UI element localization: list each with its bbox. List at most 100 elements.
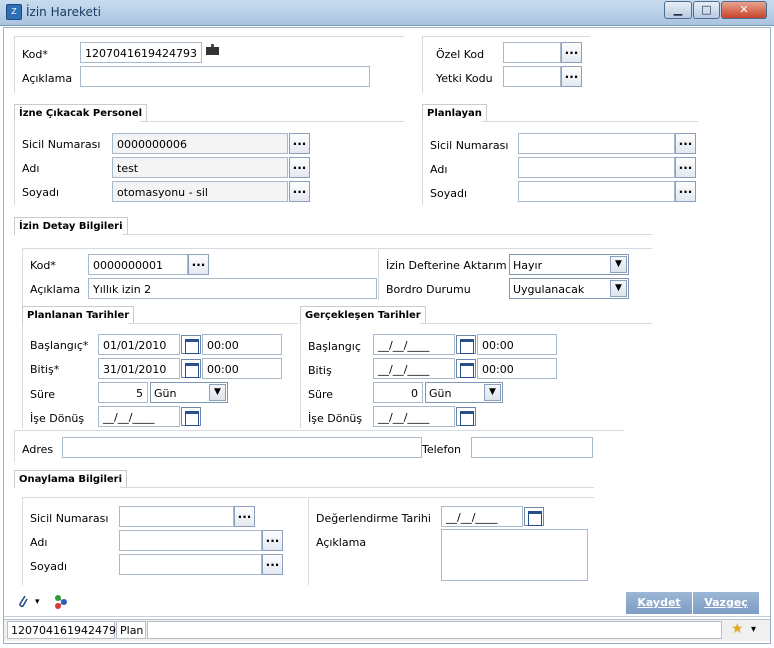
window-title: İzin Hareketi — [26, 5, 101, 19]
onay-adi-input[interactable] — [119, 530, 262, 551]
calendar-icon[interactable] — [456, 407, 476, 426]
onay-soyadi-input[interactable] — [119, 554, 262, 575]
gerceklesen-section-title: Gerçekleşen Tarihler — [300, 306, 426, 324]
planlayan-sicil-lookup-button[interactable]: ... — [675, 133, 696, 154]
planlanan-sure-input[interactable]: 5 — [98, 382, 148, 403]
gerceklesen-donus-label: İşe Dönüş — [308, 412, 363, 425]
gerceklesen-bitis-label: Bitiş — [308, 364, 332, 377]
gerceklesen-bitis-date[interactable]: __/__/____ — [373, 358, 455, 379]
detay-kod-label: Kod* — [30, 259, 56, 272]
planlayan-adi-input[interactable] — [518, 157, 675, 178]
aciklama-input[interactable] — [80, 66, 370, 87]
planlayan-soyadi-label: Soyadı — [430, 187, 468, 200]
defter-select-value: Hayır — [513, 259, 543, 272]
calendar-icon[interactable] — [181, 335, 201, 354]
personel-soyadi-input[interactable]: otomasyonu - sil — [112, 181, 288, 202]
onay-section-title: Onaylama Bilgileri — [14, 470, 128, 488]
planlayan-sicil-label: Sicil Numarası — [430, 139, 509, 152]
star-icon[interactable]: ★ — [731, 621, 744, 637]
network-icon[interactable] — [53, 594, 69, 610]
yetki-kodu-input[interactable] — [503, 66, 561, 87]
close-button[interactable]: ✕ — [721, 1, 767, 19]
gerceklesen-baslangic-time[interactable]: 00:00 — [477, 334, 557, 355]
gerceklesen-sure-unit-select[interactable]: Gün ▼ — [425, 382, 503, 403]
planlanan-sure-label: Süre — [30, 388, 56, 401]
paperclip-icon[interactable] — [16, 594, 30, 610]
planlayan-soyadi-input[interactable] — [518, 181, 675, 202]
detay-aciklama-input[interactable]: Yıllık izin 2 — [88, 278, 377, 299]
onay-soyadi-lookup-button[interactable]: ... — [262, 554, 283, 575]
attach-menu-arrow[interactable]: ▾ — [35, 597, 40, 607]
onay-aciklama-textarea[interactable] — [441, 529, 588, 581]
yetki-kodu-label: Yetki Kodu — [436, 72, 493, 85]
bordro-select-value: Uygulanacak — [513, 283, 585, 296]
status-code: 1207041619424793 — [7, 621, 123, 639]
planlayan-soyadi-lookup-button[interactable]: ... — [675, 181, 696, 202]
calendar-icon[interactable] — [456, 359, 476, 378]
planlanan-bitis-time[interactable]: 00:00 — [202, 358, 282, 379]
title-bar — [0, 0, 774, 26]
ozel-kod-lookup-button[interactable]: ... — [561, 42, 582, 63]
gerceklesen-donus-date[interactable]: __/__/____ — [373, 406, 455, 427]
telefon-label: Telefon — [422, 443, 462, 456]
personel-adi-label: Adı — [22, 162, 40, 175]
defter-label: İzin Defterine Aktarım — [386, 259, 507, 272]
planlanan-donus-label: İşe Dönüş — [30, 412, 85, 425]
planlanan-sure-unit-select[interactable]: Gün ▼ — [150, 382, 228, 403]
chevron-down-icon[interactable]: ▼ — [610, 256, 627, 273]
onay-adi-lookup-button[interactable]: ... — [262, 530, 283, 551]
planlanan-section-title: Planlanan Tarihler — [22, 306, 135, 324]
ozel-kod-label: Özel Kod — [436, 48, 485, 61]
planlanan-bitis-date[interactable]: 31/01/2010 — [98, 358, 180, 379]
yetki-kodu-lookup-button[interactable]: ... — [561, 66, 582, 87]
planlayan-adi-lookup-button[interactable]: ... — [675, 157, 696, 178]
chevron-down-icon[interactable]: ▼ — [610, 280, 627, 297]
star-menu-arrow[interactable]: ▾ — [751, 624, 756, 635]
onay-sicil-label: Sicil Numarası — [30, 512, 109, 525]
personel-sicil-lookup-button[interactable]: ... — [289, 133, 310, 154]
onay-aciklama-label: Açıklama — [316, 536, 367, 549]
planlanan-bitis-label: Bitiş* — [30, 363, 60, 376]
planlanan-baslangic-time[interactable]: 00:00 — [202, 334, 282, 355]
personel-section-title: İzne Çıkacak Personel — [14, 104, 148, 122]
gerceklesen-sure-input[interactable]: 0 — [373, 382, 423, 403]
chevron-down-icon[interactable]: ▼ — [209, 384, 226, 401]
maximize-button[interactable]: □ — [693, 1, 720, 19]
planlayan-sicil-input[interactable] — [518, 133, 675, 154]
onay-sicil-input[interactable] — [119, 506, 234, 527]
calendar-icon[interactable] — [524, 507, 544, 526]
vazgec-button[interactable]: Vazgeç — [693, 592, 759, 614]
planlanan-baslangic-label: Başlangıç* — [30, 339, 89, 352]
kod-input[interactable]: 1207041619424793 — [80, 42, 202, 63]
telefon-input[interactable] — [471, 437, 593, 458]
planlanan-baslangic-date[interactable]: 01/01/2010 — [98, 334, 180, 355]
bordro-select[interactable]: Uygulanacak ▼ — [509, 278, 629, 299]
onay-soyadi-label: Soyadı — [30, 560, 68, 573]
planlanan-donus-date[interactable]: __/__/____ — [98, 406, 180, 427]
calendar-icon[interactable] — [456, 335, 476, 354]
personel-adi-input[interactable]: test — [112, 157, 288, 178]
kaydet-button[interactable]: Kaydet — [626, 592, 692, 614]
gerceklesen-baslangic-date[interactable]: __/__/____ — [373, 334, 455, 355]
detay-kod-input[interactable]: 0000000001 — [88, 254, 188, 275]
calendar-icon[interactable] — [181, 407, 201, 426]
minimize-button[interactable]: ▁ — [664, 1, 692, 19]
personel-sicil-input[interactable]: 0000000006 — [112, 133, 288, 154]
degerlendirme-date[interactable]: __/__/____ — [441, 506, 523, 527]
gerceklesen-baslangic-label: Başlangıç — [308, 340, 361, 353]
planlayan-section-title: Planlayan — [422, 104, 487, 122]
adres-input[interactable] — [62, 437, 422, 458]
defter-select[interactable]: Hayır ▼ — [509, 254, 629, 275]
calendar-icon[interactable] — [181, 359, 201, 378]
gerceklesen-sure-unit-value: Gün — [429, 387, 452, 400]
personel-sicil-label: Sicil Numarası — [22, 138, 101, 151]
personel-adi-lookup-button[interactable]: ... — [289, 157, 310, 178]
clapper-icon[interactable] — [206, 44, 219, 55]
ozel-kod-input[interactable] — [503, 42, 561, 63]
chevron-down-icon[interactable]: ▼ — [484, 384, 501, 401]
gerceklesen-bitis-time[interactable]: 00:00 — [477, 358, 557, 379]
detay-kod-lookup-button[interactable]: ... — [188, 254, 209, 275]
onay-sicil-lookup-button[interactable]: ... — [234, 506, 255, 527]
status-empty-cell — [147, 621, 722, 639]
personel-soyadi-lookup-button[interactable]: ... — [289, 181, 310, 202]
